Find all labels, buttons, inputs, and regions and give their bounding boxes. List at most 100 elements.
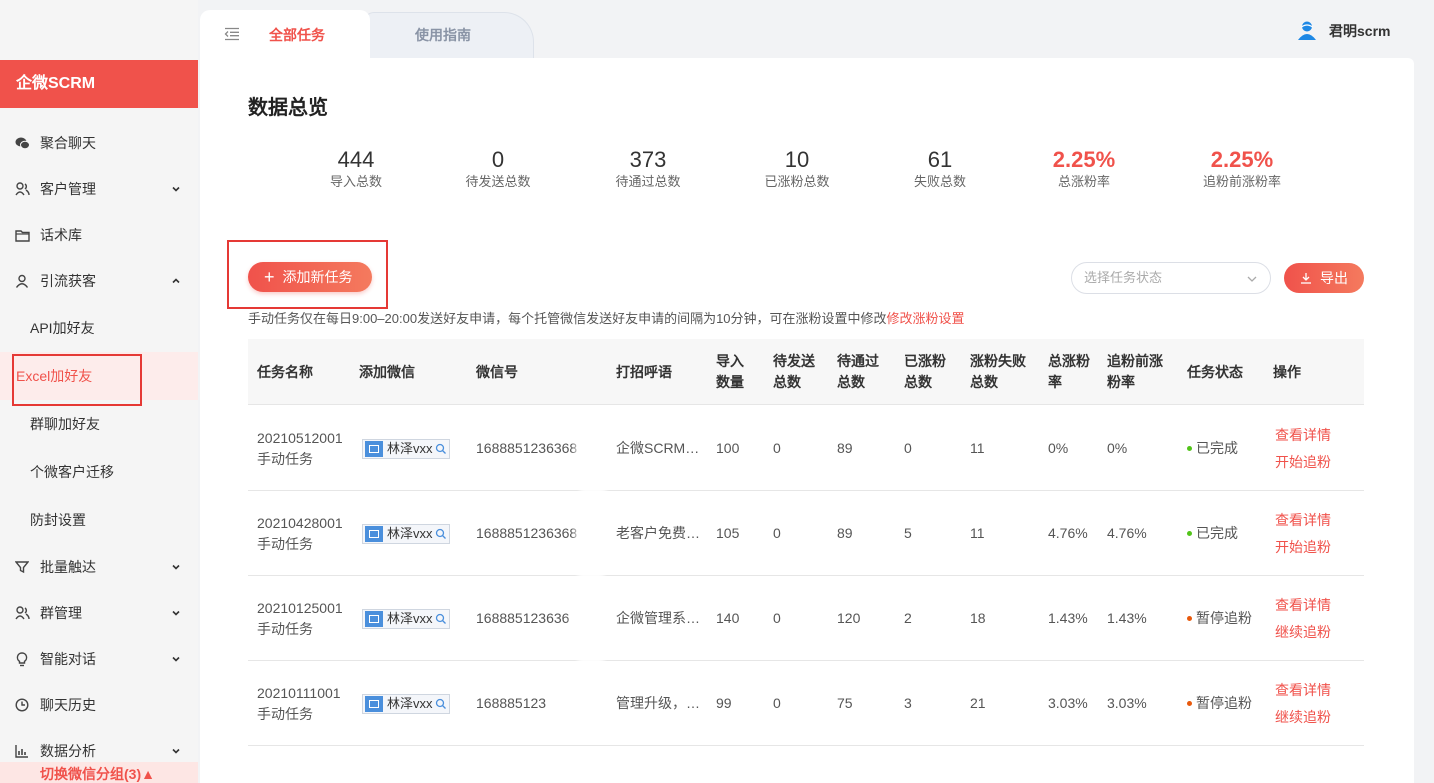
actions-cell: 查看详情 继续追粉 [1275,661,1331,746]
follow-up-link[interactable]: 开始追粉 [1275,534,1331,561]
wechat-avatar-icon [365,525,383,542]
sidebar-subitem-migration[interactable]: 个微客户迁移 [0,448,198,496]
sidebar-item-acquisition[interactable]: 引流获客 [0,258,198,304]
task-status-select[interactable]: 选择任务状态 [1071,262,1271,294]
switch-wechat-group-button[interactable]: 切换微信分组(3)▲ [0,762,198,783]
collapse-menu-icon[interactable] [224,27,240,41]
add-task-button[interactable]: + 添加新任务 [248,262,372,292]
view-details-link[interactable]: 查看详情 [1275,422,1331,449]
sidebar-item-label: 聚合聊天 [40,135,96,151]
failed-value: 11 [970,525,985,541]
export-button[interactable]: 导出 [1284,263,1364,293]
greeting-text: 企微管理系… [616,610,700,626]
highlight-box [12,354,142,406]
pending-pass-cell: 89 [837,491,853,576]
wechat-account-chip[interactable]: 林泽vxx [362,523,450,544]
tab-guide-label[interactable]: 使用指南 [415,25,471,45]
stat-label: 失败总数 [913,174,966,189]
rate-cell: 1.43% [1048,576,1088,661]
sidebar-item-scripts[interactable]: 话术库 [0,212,198,258]
export-label: 导出 [1320,270,1348,286]
failed-value: 18 [970,610,986,626]
pending-pass-cell: 120 [837,576,860,661]
stat-total-rate: 2.25% 总涨粉率 [1004,146,1164,190]
status-cell: 已完成 [1187,406,1238,491]
sidebar-item-customers[interactable]: 客户管理 [0,166,198,212]
search-icon [435,443,446,454]
task-name: 20210428001 [257,514,343,531]
task-name: 20210111001 [257,684,341,701]
imported-cell: 140 [716,576,739,661]
sidebar-item-label: 引流获客 [40,273,96,289]
gained-cell: 2 [904,576,912,661]
user-avatar-icon[interactable] [1296,19,1318,41]
stat-value: 2.25% [1210,147,1274,172]
greeting-cell: 管理升级，… [616,661,700,746]
sidebar-subitem-label: 群聊加好友 [30,416,100,432]
rate-value: 1.43% [1048,610,1088,626]
wechat-account-chip[interactable]: 林泽vxx [362,438,450,459]
wechat-account-chip[interactable]: 林泽vxx [362,693,450,714]
wechat-account-name: 林泽vxx [387,526,433,541]
follow-up-link[interactable]: 开始追粉 [1275,449,1331,476]
table-row: 20210111001 手动任务 林泽vxx 168885123 管理升级，… 99 0 75… [248,661,1364,746]
stat-imported: 444 导入总数 [276,146,436,190]
sidebar-subitem-group-chat[interactable]: 群聊加好友 [0,400,198,448]
pre-rate-value: 4.76% [1107,525,1147,541]
task-type: 手动任务 [257,450,313,467]
status-cell: 暂停追粉 [1187,576,1252,661]
stat-value: 61 [927,147,953,172]
task-type: 手动任务 [257,535,313,552]
greeting-cell: 企微SCRM… [616,406,699,491]
view-details-link[interactable]: 查看详情 [1275,592,1331,619]
greeting-text: 管理升级，… [616,695,700,711]
status-dot [1187,531,1192,536]
tab-all-tasks-label[interactable]: 全部任务 [269,25,325,45]
failed-value: 11 [970,440,985,456]
status-dot [1187,446,1192,451]
status-badge: 已完成 [1196,440,1238,456]
stat-label: 追粉前涨粉率 [1202,174,1281,189]
wechat-id: 168885123 [476,695,547,711]
follow-up-link[interactable]: 继续追粉 [1275,619,1331,646]
follow-up-link[interactable]: 继续追粉 [1275,704,1331,731]
redaction-mask [578,555,604,595]
gained-value: 3 [904,695,912,711]
bulb-icon [14,651,30,667]
sidebar-item-label: 客户管理 [40,181,96,197]
sidebar-item-chat[interactable]: 聚合聊天 [0,120,198,166]
wechat-avatar-icon [365,610,383,627]
failed-cell: 11 [970,491,985,576]
rate-value: 4.76% [1048,525,1088,541]
search-icon [435,698,446,709]
growth-settings-link[interactable]: 修改涨粉设置 [887,311,965,326]
wechat-account-chip[interactable]: 林泽vxx [362,608,450,629]
column-header: 总涨粉 率 [1048,353,1090,390]
stat-label: 待通过总数 [615,174,681,189]
sidebar-item-broadcast[interactable]: 批量触达 [0,544,198,590]
redaction-mask [555,690,603,716]
users-icon [14,181,30,197]
gained-value: 2 [904,610,912,626]
sidebar-subitem-antiblock[interactable]: 防封设置 [0,496,198,544]
chevron-down-icon [172,186,180,192]
task-name: 20210512001 [257,429,343,446]
view-details-link[interactable]: 查看详情 [1275,507,1331,534]
gained-cell: 5 [904,491,912,576]
search-icon [435,528,446,539]
pending-send-value: 0 [773,610,781,626]
stat-pending-send: 0 待发送总数 [418,146,578,190]
sidebar-subitem-api[interactable]: API加好友 [0,304,198,352]
pending-send-cell: 0 [773,406,781,491]
sidebar-item-groups[interactable]: 群管理 [0,590,198,636]
sidebar-item-history[interactable]: 聊天历史 [0,682,198,728]
clock-icon [14,697,30,713]
view-details-link[interactable]: 查看详情 [1275,677,1331,704]
status-badge: 暂停追粉 [1196,610,1252,626]
pending-send-value: 0 [773,695,781,711]
sidebar-item-ai-dialog[interactable]: 智能对话 [0,636,198,682]
status-badge: 已完成 [1196,525,1238,541]
user-name[interactable]: 君明scrm [1329,21,1390,41]
brand-logo: 企微SCRM [0,60,198,108]
task-type: 手动任务 [257,620,313,637]
